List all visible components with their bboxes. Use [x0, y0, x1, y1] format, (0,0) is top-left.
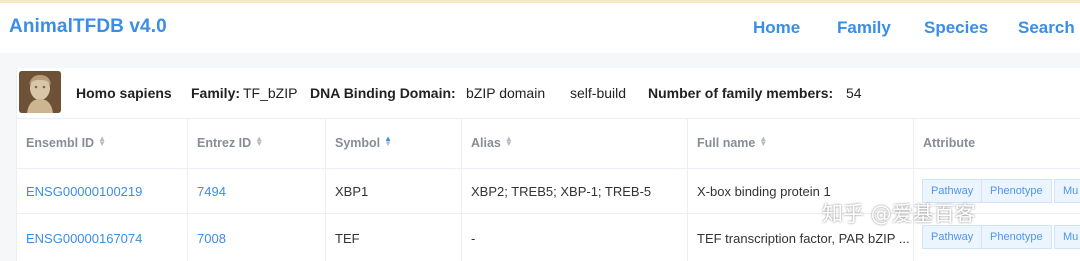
attribute-cell: Pathway Phenotype Mu [914, 169, 1080, 213]
phenotype-tag[interactable]: Phenotype [981, 225, 1052, 249]
main-content: Homo sapiens Family: TF_bZIP DNA Binding… [0, 53, 1080, 261]
gene-symbol: XBP1 [335, 184, 369, 199]
mutation-tag[interactable]: Mu [1054, 225, 1080, 249]
dbd-value: bZIP domain [466, 85, 546, 101]
species-avatar [19, 71, 61, 113]
pathway-tag[interactable]: Pathway [922, 179, 983, 203]
species-name: Homo sapiens [76, 85, 172, 101]
nav-home[interactable]: Home [753, 18, 800, 38]
nav-species[interactable]: Species [924, 18, 988, 38]
gene-alias: - [471, 231, 476, 246]
column-header-entrez[interactable]: Entrez ID ▲ ▼ [188, 119, 326, 168]
entrez-id-link[interactable]: 7008 [197, 231, 226, 246]
sort-icon[interactable]: ▲ ▼ [759, 135, 767, 148]
source-text: self-build [570, 85, 627, 101]
gene-fullname: TEF transcription factor, PAR bZIP ... [697, 231, 910, 246]
nav-family[interactable]: Family [837, 18, 891, 38]
ensembl-id-link[interactable]: ENSG00000167074 [26, 231, 142, 246]
mutation-tag[interactable]: Mu [1054, 179, 1080, 203]
navbar: AnimalTFDB v4.0 Home Family Species Sear… [0, 3, 1080, 53]
family-info-bar: Homo sapiens Family: TF_bZIP DNA Binding… [17, 68, 1080, 118]
family-value: TF_bZIP [243, 85, 298, 101]
column-header-alias[interactable]: Alias ▲ ▼ [462, 119, 688, 168]
table-row: ENSG00000167074 7008 TEF - TEF transcrip… [17, 213, 1080, 261]
family-label: Family: [191, 85, 241, 101]
dbd-label: DNA Binding Domain: [310, 85, 456, 101]
nav-search[interactable]: Search [1018, 18, 1075, 38]
family-panel: Homo sapiens Family: TF_bZIP DNA Binding… [16, 68, 1080, 261]
members-label: Number of family members: [648, 85, 834, 101]
column-header-fullname[interactable]: Full name ▲ ▼ [688, 119, 914, 168]
table-row: ENSG00000100219 7494 XBP1 XBP2; TREB5; X… [17, 168, 1080, 213]
gene-alias: XBP2; TREB5; XBP-1; TREB-5 [471, 184, 652, 199]
gene-fullname: X-box binding protein 1 [697, 184, 831, 199]
brand-logo[interactable]: AnimalTFDB v4.0 [9, 16, 167, 38]
sort-icon[interactable]: ▲ ▼ [98, 135, 106, 148]
phenotype-tag[interactable]: Phenotype [981, 179, 1052, 203]
column-header-attribute: Attribute [923, 136, 976, 150]
sort-icon[interactable]: ▲ ▼ [505, 135, 513, 148]
members-count: 54 [846, 85, 862, 101]
pathway-tag[interactable]: Pathway [922, 225, 983, 249]
column-header-symbol[interactable]: Symbol ▲ ▼ [326, 119, 462, 168]
ensembl-id-link[interactable]: ENSG00000100219 [26, 184, 142, 199]
gene-symbol: TEF [335, 231, 360, 246]
sort-asc-active-icon[interactable]: ▲ ▼ [384, 135, 392, 148]
table-header-row: Ensembl ID ▲ ▼ Entrez ID ▲ ▼ Symbol ▲ ▼ Alias ▲… [17, 118, 1080, 168]
column-header-ensembl[interactable]: Ensembl ID ▲ ▼ [17, 119, 188, 168]
entrez-id-link[interactable]: 7494 [197, 184, 226, 199]
attribute-cell: Pathway Phenotype Mu [914, 214, 1080, 261]
sort-icon[interactable]: ▲ ▼ [255, 135, 263, 148]
